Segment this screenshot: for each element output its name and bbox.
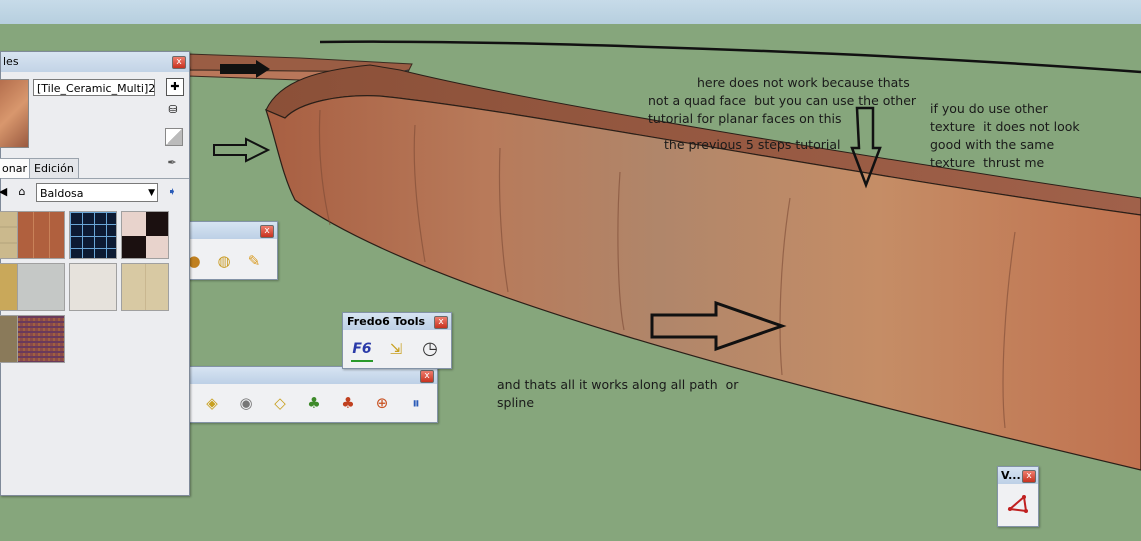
tab-edit[interactable]: Edición bbox=[29, 158, 79, 178]
swatch-hexagon-tile[interactable] bbox=[69, 263, 117, 311]
chevron-down-icon: ▼ bbox=[148, 188, 155, 198]
annotation-note3-line4: texture thrust me bbox=[930, 155, 1045, 170]
annotation-note3-line2: texture it does not look bbox=[930, 119, 1080, 134]
toolbar-hidden-upper[interactable]: x ● ◍ ✎ bbox=[186, 221, 278, 280]
close-icon[interactable]: x bbox=[172, 56, 186, 69]
paint-bucket-icon[interactable]: ⛁ bbox=[165, 102, 181, 118]
toolbar-lower[interactable]: x ◈ ◉ ◇ ♣ ♣ ⊕ ⏸ bbox=[186, 366, 438, 423]
annotation-note3-line3: good with the same bbox=[930, 137, 1055, 152]
fredo6-icon[interactable]: F6 bbox=[351, 338, 373, 362]
library-select-value: Baldosa bbox=[40, 187, 84, 200]
swatch-checker-tile[interactable] bbox=[121, 211, 169, 259]
back-icon[interactable]: ◀ bbox=[0, 184, 11, 200]
annotation-note1-line1: here does not work because thats bbox=[697, 75, 910, 90]
arrow-right-left bbox=[213, 137, 271, 163]
target-icon[interactable]: ⊕ bbox=[371, 392, 393, 414]
toolbar-fredo6[interactable]: Fredo6 Tools x F6 ⇲ ◷ bbox=[342, 312, 452, 369]
create-material-icon[interactable]: ✚ bbox=[166, 78, 184, 96]
annotation-note4-line2: spline bbox=[497, 395, 535, 410]
swatch-beige-tile[interactable] bbox=[121, 263, 169, 311]
home-icon[interactable]: ⌂ bbox=[14, 184, 30, 200]
horizon-line bbox=[319, 40, 1141, 74]
swatch-blue-grid-tile[interactable] bbox=[69, 211, 117, 259]
cursor-lines-icon[interactable]: ⇲ bbox=[385, 338, 407, 360]
annotation-note3-line1: if you do use other bbox=[930, 101, 1048, 116]
tab-select[interactable]: onar bbox=[0, 158, 32, 178]
tree-red-icon[interactable]: ♣ bbox=[337, 392, 359, 414]
tree-icon[interactable]: ♣ bbox=[303, 392, 325, 414]
tag-icon[interactable]: ◈ bbox=[201, 392, 223, 414]
library-select[interactable]: Baldosa ▼ bbox=[36, 183, 158, 202]
globe-icon[interactable]: ◍ bbox=[213, 250, 235, 272]
annotation-note1-line2: not a quad face but you can use the othe… bbox=[648, 93, 917, 108]
swatch-grey-stone-tile[interactable] bbox=[17, 263, 65, 311]
close-icon[interactable]: x bbox=[260, 225, 274, 238]
clock-icon[interactable]: ◷ bbox=[419, 338, 441, 360]
toolbar-v[interactable]: V... x bbox=[997, 466, 1039, 527]
annotation-note4-line1: and thats all it works along all path or bbox=[497, 377, 739, 392]
display-secondary-icon[interactable] bbox=[165, 128, 183, 146]
materials-tabs: onar Edición bbox=[0, 158, 189, 179]
pause-icon[interactable]: ⏸ bbox=[405, 392, 427, 414]
paint-icon[interactable]: ✎ bbox=[243, 250, 265, 272]
swatch-terracotta-tile[interactable] bbox=[17, 211, 65, 259]
toolbar-titlebar[interactable] bbox=[187, 367, 437, 384]
diamond-icon[interactable]: ◇ bbox=[269, 392, 291, 414]
annotation-note1-line3: tutorial for planar faces on this bbox=[648, 111, 842, 126]
close-icon[interactable]: x bbox=[420, 370, 434, 383]
close-icon[interactable]: x bbox=[1022, 470, 1036, 483]
annotation-note2: the previous 5 steps tutorial bbox=[664, 137, 841, 152]
eyedropper-icon[interactable]: ✒ bbox=[164, 155, 180, 171]
swatch-multicolor-mosaic-tile[interactable] bbox=[17, 315, 65, 363]
material-name-input[interactable]: [Tile_Ceramic_Multi]2 bbox=[33, 79, 155, 96]
material-preview bbox=[0, 79, 29, 148]
close-icon[interactable]: x bbox=[434, 316, 448, 329]
sphere-icon[interactable]: ◉ bbox=[235, 392, 257, 414]
polygon-icon[interactable] bbox=[1006, 493, 1030, 515]
details-icon[interactable]: ➧ bbox=[164, 184, 180, 200]
materials-panel[interactable]: les x [Tile_Ceramic_Multi]2 ✚ ⛁ onar Edi… bbox=[0, 51, 190, 496]
materials-title[interactable]: les bbox=[1, 52, 189, 72]
